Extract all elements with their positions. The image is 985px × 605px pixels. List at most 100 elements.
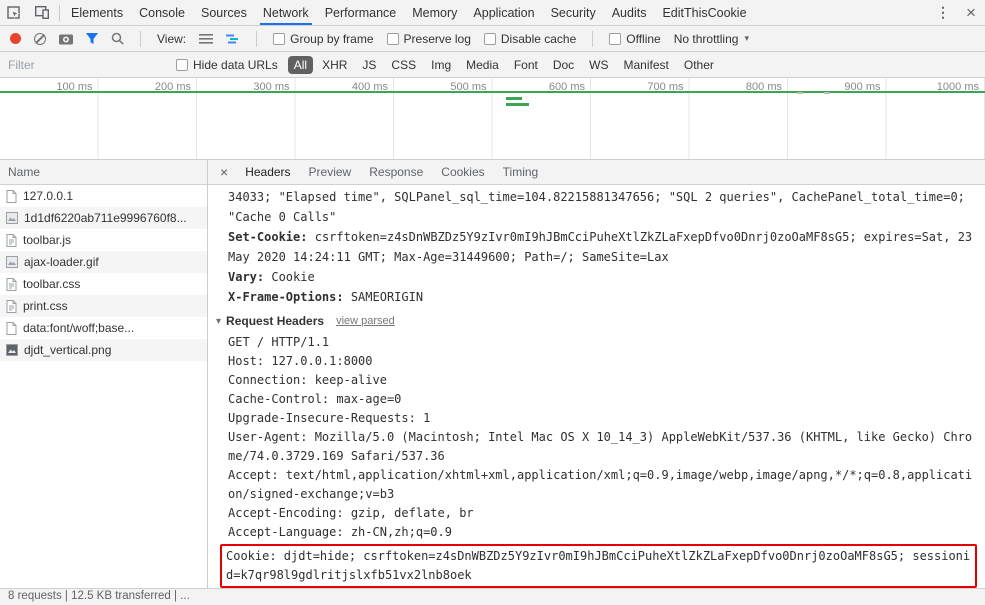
filter-pill-img[interactable]: Img	[425, 56, 457, 74]
request-header-raw: Upgrade-Insecure-Requests: 1	[228, 411, 431, 425]
filter-pill-ws[interactable]: WS	[583, 56, 614, 74]
cookie-header-raw: Cookie: djdt=hide; csrftoken=z4sDnWBZDz5…	[226, 549, 971, 582]
header-value: SAMEORIGIN	[350, 290, 424, 304]
filter-pill-xhr[interactable]: XHR	[316, 56, 353, 74]
disable-cache-label: Disable cache	[500, 31, 577, 46]
checkbox-box	[176, 58, 188, 71]
ruler-tick: 400 ms	[351, 81, 388, 93]
tab-detail-preview[interactable]: Preview	[300, 160, 361, 184]
preserve-log-checkbox[interactable]: Preserve log	[386, 32, 471, 46]
close-devtools-icon[interactable]: ×	[957, 3, 985, 23]
font-icon	[6, 321, 17, 335]
network-filter-bar: Hide data URLs All XHR JS CSS Img Media …	[0, 52, 985, 78]
request-name: print.css	[23, 299, 68, 313]
request-header-raw: Host: 127.0.0.1:8000	[228, 354, 373, 368]
tab-security[interactable]: Security	[543, 0, 604, 25]
image-icon	[6, 256, 18, 268]
filter-icon[interactable]	[86, 32, 98, 45]
hide-data-urls-label: Hide data URLs	[193, 57, 278, 72]
devtools-window: Elements Console Sources Network Perform…	[0, 0, 985, 605]
filter-pill-css[interactable]: CSS	[385, 56, 422, 74]
tab-detail-cookies[interactable]: Cookies	[432, 160, 493, 184]
offline-label: Offline	[626, 31, 661, 46]
header-value: Cookie	[271, 270, 315, 284]
show-overview-icon[interactable]	[226, 33, 240, 45]
filter-input[interactable]	[8, 57, 166, 72]
request-row[interactable]: 1d1df6220ab711e9996760f8...	[0, 207, 207, 229]
request-row[interactable]: ajax-loader.gif	[0, 251, 207, 273]
request-header-raw: Accept-Encoding: gzip, deflate, br	[228, 506, 474, 520]
request-row[interactable]: 127.0.0.1	[0, 185, 207, 207]
record-button[interactable]	[10, 33, 21, 44]
filter-pill-font[interactable]: Font	[508, 56, 544, 74]
request-header-raw: Connection: keep-alive	[228, 373, 387, 387]
filter-pill-manifest[interactable]: Manifest	[618, 56, 675, 74]
filter-pill-js[interactable]: JS	[356, 56, 382, 74]
highlighted-cookie-header: Cookie: djdt=hide; csrftoken=z4sDnWBZDz5…	[220, 544, 977, 588]
checkbox-box	[273, 32, 286, 45]
tab-performance[interactable]: Performance	[317, 0, 405, 25]
divider	[592, 30, 594, 47]
request-row[interactable]: toolbar.css	[0, 273, 207, 295]
search-icon[interactable]	[111, 32, 124, 45]
disclosure-triangle-icon[interactable]: ▾	[216, 316, 221, 327]
network-main: Name 127.0.0.1 1d1df6220ab711e9996760f8.…	[0, 160, 985, 588]
network-overview[interactable]: 100 ms 200 ms 300 ms 400 ms 500 ms 600 m…	[0, 78, 985, 160]
throttling-select[interactable]: No throttling ▾	[674, 32, 749, 46]
request-rows: 127.0.0.1 1d1df6220ab711e9996760f8... to…	[0, 185, 207, 361]
checkbox-box	[483, 32, 496, 45]
tab-detail-headers[interactable]: Headers	[236, 160, 299, 184]
tab-application[interactable]: Application	[465, 0, 542, 25]
tab-console[interactable]: Console	[131, 0, 193, 25]
filter-pill-all[interactable]: All	[287, 55, 314, 74]
resource-type-filters: All XHR JS CSS Img Media Font Doc WS Man…	[287, 55, 720, 74]
view-parsed-link[interactable]: view parsed	[336, 315, 395, 327]
header-name: Vary:	[228, 270, 265, 284]
ruler-tick: 800 ms	[745, 81, 782, 93]
group-by-frame-checkbox[interactable]: Group by frame	[273, 32, 374, 46]
request-row[interactable]: djdt_vertical.png	[0, 339, 207, 361]
request-name: 127.0.0.1	[23, 189, 74, 203]
ruler-tick: 900 ms	[844, 81, 881, 93]
close-detail-icon[interactable]: ×	[212, 164, 236, 180]
checkbox-box	[609, 32, 622, 45]
requests-panel: Name 127.0.0.1 1d1df6220ab711e9996760f8.…	[0, 160, 208, 588]
request-header-raw: Accept: text/html,application/xhtml+xml,…	[228, 468, 973, 501]
ruler-tick: 500 ms	[450, 81, 487, 93]
request-headers-title[interactable]: Request Headers	[226, 314, 324, 328]
tab-audits[interactable]: Audits	[604, 0, 655, 25]
filter-pill-media[interactable]: Media	[460, 56, 505, 74]
tab-detail-timing[interactable]: Timing	[494, 160, 548, 184]
tab-editthiscookie[interactable]: EditThisCookie	[654, 0, 754, 25]
request-name: ajax-loader.gif	[24, 255, 99, 269]
screenshots-icon[interactable]	[59, 33, 73, 45]
hide-data-urls-checkbox[interactable]: Hide data URLs	[176, 58, 278, 72]
filter-pill-other[interactable]: Other	[678, 56, 720, 74]
request-row[interactable]: print.css	[0, 295, 207, 317]
tab-memory[interactable]: Memory	[404, 0, 465, 25]
large-rows-icon[interactable]	[199, 33, 214, 45]
tab-detail-response[interactable]: Response	[360, 160, 432, 184]
ruler-tick: 1000 ms	[936, 81, 979, 93]
timeline-ruler: 100 ms 200 ms 300 ms 400 ms 500 ms 600 m…	[0, 78, 985, 98]
image-icon	[6, 212, 18, 224]
request-header-raw: Cache-Control: max-age=0	[228, 392, 402, 406]
response-header: Set-Cookie: csrftoken=z4sDnWBZDz5Y9zIvr0…	[228, 227, 977, 267]
request-name: djdt_vertical.png	[24, 343, 112, 357]
filter-pill-doc[interactable]: Doc	[547, 56, 580, 74]
inspect-element-icon[interactable]	[0, 0, 28, 25]
response-header: Vary: Cookie	[228, 267, 977, 287]
tab-elements[interactable]: Elements	[63, 0, 131, 25]
ruler-tick: 700 ms	[647, 81, 684, 93]
kebab-menu-icon[interactable]: ⋮	[929, 4, 957, 21]
name-column-header[interactable]: Name	[0, 160, 207, 185]
offline-checkbox[interactable]: Offline	[609, 31, 661, 46]
tab-sources[interactable]: Sources	[193, 0, 255, 25]
request-row[interactable]: data:font/woff;base...	[0, 317, 207, 339]
device-toolbar-icon[interactable]	[28, 0, 56, 25]
clear-icon[interactable]	[34, 32, 46, 45]
tab-network[interactable]: Network	[255, 0, 317, 25]
devtools-tabbar: Elements Console Sources Network Perform…	[0, 0, 985, 26]
disable-cache-checkbox[interactable]: Disable cache	[483, 31, 577, 46]
request-row[interactable]: toolbar.js	[0, 229, 207, 251]
